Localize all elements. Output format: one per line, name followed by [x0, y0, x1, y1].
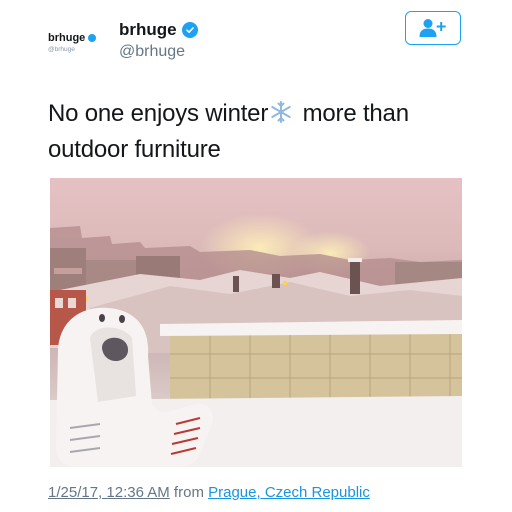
tweet-text-part-1: No one enjoys winter	[48, 100, 269, 127]
add-user-icon	[419, 19, 446, 37]
snowflake-icon	[269, 99, 293, 123]
follow-button[interactable]	[405, 11, 461, 45]
display-name[interactable]: brhuge	[119, 19, 177, 41]
tweet-footer: 1/25/17, 12:36 AM from Prague, Czech Rep…	[48, 484, 370, 501]
avatar-name: brhuge	[48, 31, 86, 44]
verified-icon	[181, 22, 198, 38]
location-link[interactable]: Prague, Czech Republic	[208, 484, 370, 501]
user-names[interactable]: brhuge @brhuge	[119, 19, 198, 63]
tweet-photo[interactable]	[50, 178, 462, 467]
username[interactable]: @brhuge	[119, 41, 198, 63]
timestamp-link[interactable]: 1/25/17, 12:36 AM	[48, 484, 170, 501]
snowy-balcony-scene	[50, 213, 462, 467]
tweet-text: No one enjoys winter more than outdoor f…	[48, 96, 468, 168]
from-label: from	[169, 484, 209, 501]
avatar-handle: @brhuge	[48, 45, 75, 53]
avatar[interactable]: brhuge @brhuge	[48, 22, 108, 62]
verified-badge-icon	[88, 33, 97, 42]
